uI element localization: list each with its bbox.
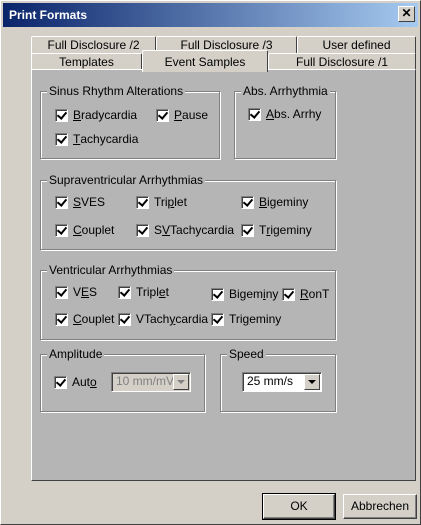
title-bar: Print Formats ✕ bbox=[3, 3, 418, 27]
cancel-button[interactable]: Abbrechen bbox=[343, 494, 417, 519]
pause-checkbox[interactable]: Pause bbox=[156, 107, 208, 123]
bigeminy-checkbox[interactable]: Bigeminy bbox=[241, 194, 308, 210]
amplitude-title: Amplitude bbox=[47, 347, 105, 361]
event-samples-panel: Sinus Rhythm Alterations Bradycardia Pau… bbox=[31, 69, 416, 481]
close-icon[interactable]: ✕ bbox=[398, 6, 415, 22]
checkbox-checked-icon[interactable] bbox=[241, 223, 254, 237]
checkbox-checked-icon[interactable] bbox=[156, 108, 169, 122]
checkbox-checked-icon[interactable] bbox=[118, 312, 131, 326]
checkbox-checked-icon[interactable] bbox=[241, 195, 254, 209]
auto-checkbox[interactable]: Aut o bbox=[54, 374, 97, 390]
checkbox-checked-icon[interactable] bbox=[136, 223, 149, 237]
speed-group: Speed 25 mm/s bbox=[220, 347, 336, 412]
checkbox-checked-icon[interactable] bbox=[54, 375, 67, 389]
supraventricular-group: Supraventricular Arrhythmias S VES Tri p le… bbox=[40, 173, 336, 250]
checkbox-checked-icon[interactable] bbox=[55, 285, 68, 299]
ok-button[interactable]: OK bbox=[262, 493, 336, 520]
sves-checkbox[interactable]: S VES bbox=[55, 194, 105, 210]
trigeminy-checkbox[interactable]: Tr igeminy bbox=[241, 222, 312, 238]
speed-title: Speed bbox=[227, 347, 266, 361]
checkbox-checked-icon[interactable] bbox=[118, 285, 131, 299]
ves-checkbox[interactable]: VES bbox=[55, 284, 97, 300]
vent-couplet-checkbox[interactable]: Couplet bbox=[55, 311, 114, 327]
checkbox-checked-icon[interactable] bbox=[55, 312, 68, 326]
vent-trigeminy-checkbox[interactable]: Tri g eminy bbox=[211, 311, 281, 327]
checkbox-checked-icon[interactable] bbox=[55, 132, 68, 146]
ventricular-title: Ventricular Arrhythmias bbox=[47, 263, 175, 277]
chevron-down-icon[interactable] bbox=[173, 374, 189, 390]
checkbox-checked-icon[interactable] bbox=[55, 195, 68, 209]
triplet-checkbox[interactable]: Tri p let bbox=[136, 194, 187, 210]
chevron-down-icon[interactable] bbox=[304, 374, 320, 390]
ront-checkbox[interactable]: RonT bbox=[282, 286, 329, 302]
couplet-checkbox[interactable]: Couplet bbox=[55, 222, 114, 238]
checkbox-checked-icon[interactable] bbox=[55, 223, 68, 237]
svtachycardia-checkbox[interactable]: S V Tachycardia bbox=[136, 222, 234, 238]
abs-arrhythmia-title: Abs. Arrhythmia bbox=[241, 84, 330, 98]
window-title: Print Formats bbox=[9, 8, 88, 22]
checkbox-checked-icon[interactable] bbox=[136, 195, 149, 209]
amplitude-group: Amplitude Aut o 10 mm/mV bbox=[40, 347, 205, 412]
supraventricular-title: Supraventricular Arrhythmias bbox=[47, 173, 206, 187]
checkbox-checked-icon[interactable] bbox=[55, 108, 68, 122]
tab-event-samples[interactable]: Event Samples bbox=[142, 50, 268, 72]
abs-arrhy-checkbox[interactable]: Abs. Arrhy bbox=[248, 106, 321, 122]
amplitude-select[interactable]: 10 mm/mV bbox=[111, 372, 191, 392]
checkbox-checked-icon[interactable] bbox=[248, 107, 261, 121]
vent-triplet-checkbox[interactable]: Tripl e t bbox=[118, 284, 169, 300]
speed-select[interactable]: 25 mm/s bbox=[242, 372, 322, 392]
sinus-rhythm-title: Sinus Rhythm Alterations bbox=[47, 84, 186, 98]
vent-bigeminy-checkbox[interactable]: Bigem i ny bbox=[211, 286, 278, 302]
ventricular-group: Ventricular Arrhythmias VES Tripl e t Bige… bbox=[40, 263, 336, 340]
checkbox-checked-icon[interactable] bbox=[282, 287, 295, 301]
bradycardia-checkbox[interactable]: Bradycardia bbox=[55, 107, 137, 123]
tachycardia-checkbox[interactable]: Tachycardia bbox=[55, 131, 138, 147]
print-formats-dialog: Print Formats ✕ Full Disclosure /2 Full … bbox=[0, 0, 421, 525]
abs-arrhythmia-group: Abs. Arrhythmia Abs. Arrhy bbox=[234, 84, 336, 159]
sinus-rhythm-group: Sinus Rhythm Alterations Bradycardia Pau… bbox=[40, 84, 220, 159]
checkbox-checked-icon[interactable] bbox=[211, 312, 224, 326]
checkbox-checked-icon[interactable] bbox=[211, 287, 224, 301]
vtachycardia-checkbox[interactable]: VTach y cardia bbox=[118, 311, 208, 327]
